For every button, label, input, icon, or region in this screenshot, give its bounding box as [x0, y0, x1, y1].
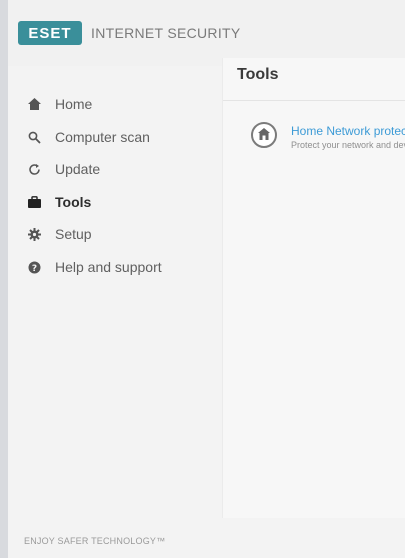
- sidebar-item-label: Computer scan: [55, 129, 150, 145]
- sidebar-item-label: Tools: [55, 194, 92, 210]
- sidebar: Home Computer scan Update Tools Setup ? …: [8, 66, 222, 558]
- sidebar-item-help[interactable]: ? Help and support: [8, 251, 222, 283]
- sidebar-item-computer-scan[interactable]: Computer scan: [8, 121, 222, 153]
- app-header: ESET INTERNET SECURITY: [8, 0, 405, 66]
- divider: [223, 100, 405, 101]
- tool-title[interactable]: Home Network protection: [291, 124, 405, 138]
- main-content: Tools Home Network protection Protect yo…: [222, 58, 405, 518]
- svg-text:?: ?: [31, 264, 36, 274]
- briefcase-icon: [27, 195, 41, 209]
- sidebar-item-update[interactable]: Update: [8, 153, 222, 185]
- page-title: Tools: [237, 66, 279, 83]
- home-icon: [27, 97, 41, 111]
- sidebar-item-label: Update: [55, 161, 101, 177]
- sidebar-item-label: Setup: [55, 226, 92, 242]
- eset-logo: ESET: [18, 21, 82, 45]
- refresh-icon: [27, 162, 41, 176]
- gear-icon: [27, 227, 41, 241]
- product-name: INTERNET SECURITY: [91, 25, 241, 41]
- sidebar-item-label: Help and support: [55, 259, 162, 275]
- search-icon: [27, 130, 41, 144]
- network-icon: [251, 122, 277, 148]
- help-icon: ?: [27, 260, 41, 274]
- sidebar-item-tools[interactable]: Tools: [8, 186, 222, 218]
- footer-tagline: ENJOY SAFER TECHNOLOGY™: [24, 536, 166, 546]
- tool-home-network-protection[interactable]: Home Network protection Protect your net…: [251, 120, 405, 156]
- app-window: ESET INTERNET SECURITY Home Computer sca…: [8, 0, 405, 558]
- sidebar-item-label: Home: [55, 96, 93, 112]
- sidebar-item-setup[interactable]: Setup: [8, 218, 222, 250]
- tool-description: Protect your network and devices: [291, 140, 405, 150]
- sidebar-item-home[interactable]: Home: [8, 88, 222, 120]
